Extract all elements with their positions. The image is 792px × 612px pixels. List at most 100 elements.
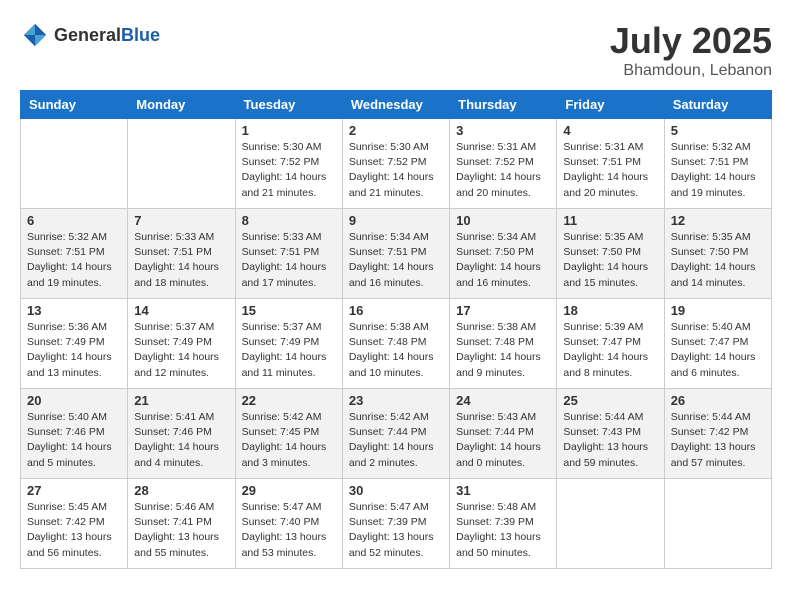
calendar-cell: 15 Sunrise: 5:37 AMSunset: 7:49 PMDayligh… [235, 299, 342, 389]
calendar-cell: 24Sunrise: 5:43 AMSunset: 7:44 PMDayligh… [450, 389, 557, 479]
calendar-cell [21, 119, 128, 209]
day-detail: Sunrise: 5:42 AMSunset: 7:44 PMDaylight:… [349, 410, 443, 471]
day-detail: Sunrise: 5:43 AMSunset: 7:44 PMDaylight:… [456, 410, 550, 471]
calendar-cell: 14Sunrise: 5:37 AMSunset: 7:49 PMDayligh… [128, 299, 235, 389]
calendar-cell: 17 Sunrise: 5:38 AMSunset: 7:48 PMDayligh… [450, 299, 557, 389]
day-number: 6 [27, 213, 121, 228]
day-detail: Sunrise: 5:36 AMSunset: 7:49 PMDaylight:… [27, 320, 121, 381]
weekday-header: Monday [128, 91, 235, 119]
calendar-cell: 28Sunrise: 5:46 AMSunset: 7:41 PMDayligh… [128, 479, 235, 569]
calendar-cell: 13 Sunrise: 5:36 AMSunset: 7:49 PMDayligh… [21, 299, 128, 389]
day-detail: Sunrise: 5:33 AMSunset: 7:51 PMDaylight:… [242, 230, 336, 291]
day-number: 10 [456, 213, 550, 228]
day-detail: Sunrise: 5:48 AMSunset: 7:39 PMDaylight:… [456, 500, 550, 561]
day-number: 15 [242, 303, 336, 318]
calendar-cell: 10 Sunrise: 5:34 AMSunset: 7:50 PMDayligh… [450, 209, 557, 299]
day-detail: Sunrise: 5:46 AMSunset: 7:41 PMDaylight:… [134, 500, 228, 561]
day-detail: Sunrise: 5:38 AMSunset: 7:48 PMDaylight:… [456, 320, 550, 381]
calendar-cell [128, 119, 235, 209]
calendar-cell: 26 Sunrise: 5:44 AMSunset: 7:42 PMDayligh… [664, 389, 771, 479]
calendar-cell: 4Sunrise: 5:31 AMSunset: 7:51 PMDaylight… [557, 119, 664, 209]
month-year-title: July 2025 [610, 20, 772, 62]
weekday-header: Tuesday [235, 91, 342, 119]
weekday-header: Sunday [21, 91, 128, 119]
day-number: 25 [563, 393, 657, 408]
calendar-cell: 12Sunrise: 5:35 AMSunset: 7:50 PMDayligh… [664, 209, 771, 299]
calendar-cell: 23Sunrise: 5:42 AMSunset: 7:44 PMDayligh… [342, 389, 449, 479]
calendar-week-row: 1 Sunrise: 5:30 AMSunset: 7:52 PMDaylight… [21, 119, 772, 209]
logo-blue: Blue [121, 25, 160, 45]
calendar-cell: 2Sunrise: 5:30 AMSunset: 7:52 PMDaylight… [342, 119, 449, 209]
calendar-cell: 30 Sunrise: 5:47 AMSunset: 7:39 PMDayligh… [342, 479, 449, 569]
calendar-cell: 29Sunrise: 5:47 AMSunset: 7:40 PMDayligh… [235, 479, 342, 569]
day-detail: Sunrise: 5:31 AMSunset: 7:52 PMDaylight:… [456, 140, 550, 201]
calendar-cell: 5Sunrise: 5:32 AMSunset: 7:51 PMDaylight… [664, 119, 771, 209]
weekday-header: Wednesday [342, 91, 449, 119]
day-detail: Sunrise: 5:32 AMSunset: 7:51 PMDaylight:… [671, 140, 765, 201]
day-number: 7 [134, 213, 228, 228]
day-number: 26 [671, 393, 765, 408]
day-number: 19 [671, 303, 765, 318]
calendar-header-row: SundayMondayTuesdayWednesdayThursdayFrid… [21, 91, 772, 119]
calendar-cell: 27 Sunrise: 5:45 AMSunset: 7:42 PMDayligh… [21, 479, 128, 569]
calendar-cell: 19Sunrise: 5:40 AMSunset: 7:47 PMDayligh… [664, 299, 771, 389]
calendar-table: SundayMondayTuesdayWednesdayThursdayFrid… [20, 90, 772, 569]
calendar-cell: 20Sunrise: 5:40 AMSunset: 7:46 PMDayligh… [21, 389, 128, 479]
day-number: 16 [349, 303, 443, 318]
day-number: 21 [134, 393, 228, 408]
day-detail: Sunrise: 5:30 AMSunset: 7:52 PMDaylight:… [242, 140, 336, 201]
calendar-cell [557, 479, 664, 569]
day-detail: Sunrise: 5:34 AMSunset: 7:50 PMDaylight:… [456, 230, 550, 291]
calendar-cell: 31Sunrise: 5:48 AMSunset: 7:39 PMDayligh… [450, 479, 557, 569]
day-detail: Sunrise: 5:45 AMSunset: 7:42 PMDaylight:… [27, 500, 121, 561]
calendar-cell: 18Sunrise: 5:39 AMSunset: 7:47 PMDayligh… [557, 299, 664, 389]
weekday-header: Thursday [450, 91, 557, 119]
day-number: 8 [242, 213, 336, 228]
calendar-cell: 9 Sunrise: 5:34 AMSunset: 7:51 PMDaylight… [342, 209, 449, 299]
logo-general: General [54, 25, 121, 45]
day-detail: Sunrise: 5:35 AMSunset: 7:50 PMDaylight:… [671, 230, 765, 291]
calendar-cell: 6 Sunrise: 5:32 AMSunset: 7:51 PMDaylight… [21, 209, 128, 299]
day-detail: Sunrise: 5:41 AMSunset: 7:46 PMDaylight:… [134, 410, 228, 471]
calendar-week-row: 13 Sunrise: 5:36 AMSunset: 7:49 PMDayligh… [21, 299, 772, 389]
day-detail: Sunrise: 5:39 AMSunset: 7:47 PMDaylight:… [563, 320, 657, 381]
day-detail: Sunrise: 5:37 AMSunset: 7:49 PMDaylight:… [242, 320, 336, 381]
title-block: July 2025 Bhamdoun, Lebanon [610, 20, 772, 80]
day-number: 30 [349, 483, 443, 498]
day-number: 9 [349, 213, 443, 228]
day-detail: Sunrise: 5:47 AMSunset: 7:39 PMDaylight:… [349, 500, 443, 561]
day-detail: Sunrise: 5:32 AMSunset: 7:51 PMDaylight:… [27, 230, 121, 291]
day-detail: Sunrise: 5:40 AMSunset: 7:46 PMDaylight:… [27, 410, 121, 471]
day-detail: Sunrise: 5:30 AMSunset: 7:52 PMDaylight:… [349, 140, 443, 201]
logo: GeneralBlue [20, 20, 160, 50]
day-number: 13 [27, 303, 121, 318]
day-number: 17 [456, 303, 550, 318]
day-number: 11 [563, 213, 657, 228]
day-detail: Sunrise: 5:44 AMSunset: 7:43 PMDaylight:… [563, 410, 657, 471]
day-number: 27 [27, 483, 121, 498]
day-detail: Sunrise: 5:44 AMSunset: 7:42 PMDaylight:… [671, 410, 765, 471]
day-detail: Sunrise: 5:38 AMSunset: 7:48 PMDaylight:… [349, 320, 443, 381]
calendar-week-row: 20Sunrise: 5:40 AMSunset: 7:46 PMDayligh… [21, 389, 772, 479]
logo-icon [20, 20, 50, 50]
day-number: 1 [242, 123, 336, 138]
day-detail: Sunrise: 5:33 AMSunset: 7:51 PMDaylight:… [134, 230, 228, 291]
calendar-cell: 22 Sunrise: 5:42 AMSunset: 7:45 PMDayligh… [235, 389, 342, 479]
day-number: 4 [563, 123, 657, 138]
calendar-cell: 8 Sunrise: 5:33 AMSunset: 7:51 PMDaylight… [235, 209, 342, 299]
calendar-week-row: 6 Sunrise: 5:32 AMSunset: 7:51 PMDaylight… [21, 209, 772, 299]
day-detail: Sunrise: 5:35 AMSunset: 7:50 PMDaylight:… [563, 230, 657, 291]
page-header: GeneralBlue July 2025 Bhamdoun, Lebanon [20, 20, 772, 80]
calendar-week-row: 27 Sunrise: 5:45 AMSunset: 7:42 PMDayligh… [21, 479, 772, 569]
calendar-cell: 3 Sunrise: 5:31 AMSunset: 7:52 PMDaylight… [450, 119, 557, 209]
calendar-cell: 16 Sunrise: 5:38 AMSunset: 7:48 PMDayligh… [342, 299, 449, 389]
day-number: 3 [456, 123, 550, 138]
day-detail: Sunrise: 5:37 AMSunset: 7:49 PMDaylight:… [134, 320, 228, 381]
weekday-header: Friday [557, 91, 664, 119]
day-detail: Sunrise: 5:42 AMSunset: 7:45 PMDaylight:… [242, 410, 336, 471]
calendar-cell: 7 Sunrise: 5:33 AMSunset: 7:51 PMDaylight… [128, 209, 235, 299]
day-detail: Sunrise: 5:34 AMSunset: 7:51 PMDaylight:… [349, 230, 443, 291]
weekday-header: Saturday [664, 91, 771, 119]
calendar-cell: 11 Sunrise: 5:35 AMSunset: 7:50 PMDayligh… [557, 209, 664, 299]
day-number: 22 [242, 393, 336, 408]
